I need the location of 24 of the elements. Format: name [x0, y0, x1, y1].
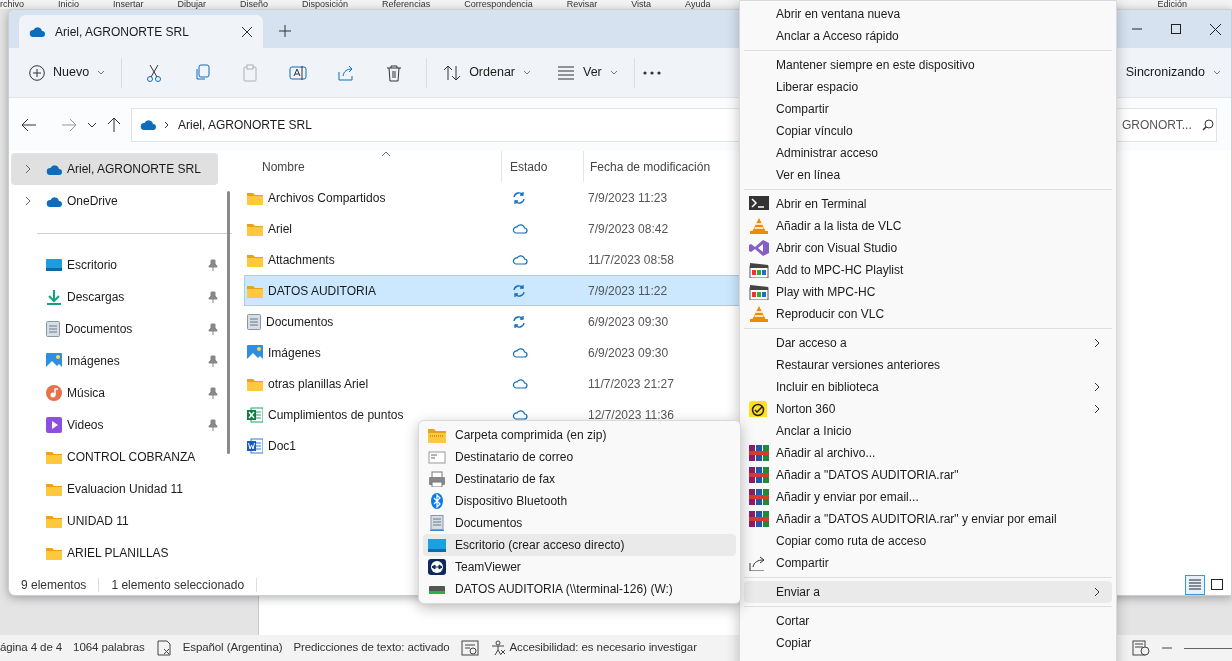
tab-title: Ariel, AGRONORTE SRL — [55, 23, 190, 41]
modified-date: 11/7/2023 21:27 — [588, 375, 674, 393]
file-name: Doc1 — [268, 437, 296, 455]
modified-date: 12/7/2023 11:36 — [588, 406, 674, 424]
file-name: Archivos Compartidos — [268, 189, 386, 207]
status-text: Español (Argentina) — [182, 640, 283, 656]
file-name: Cumplimientos de puntos — [268, 406, 404, 424]
file-name: otras planillas Ariel — [268, 375, 369, 393]
modified-date: 7/9/2023 08:42 — [588, 220, 669, 238]
file-name: Ariel — [268, 220, 292, 238]
status-text: Predicciones de texto: activado — [293, 640, 450, 656]
modified-date: 6/9/2023 09:30 — [588, 344, 669, 362]
modified-date: 7/9/2023 11:22 — [588, 282, 668, 300]
file-name: Imágenes — [268, 344, 321, 362]
modified-date: 7/9/2023 11:23 — [588, 189, 668, 207]
modified-date: 11/7/2023 08:58 — [588, 251, 674, 269]
file-name: DATOS AUDITORIA — [268, 282, 377, 300]
file-name: Attachments — [268, 251, 335, 269]
modified-date: 6/9/2023 09:30 — [588, 313, 669, 331]
selection-count: 1 elemento seleccionado — [111, 576, 245, 594]
status-text: ágina 4 de 4 — [0, 640, 63, 656]
status-text: 1064 palabras — [73, 640, 145, 656]
file-name: Documentos — [266, 313, 334, 331]
item-count: 9 elementos — [21, 576, 87, 594]
